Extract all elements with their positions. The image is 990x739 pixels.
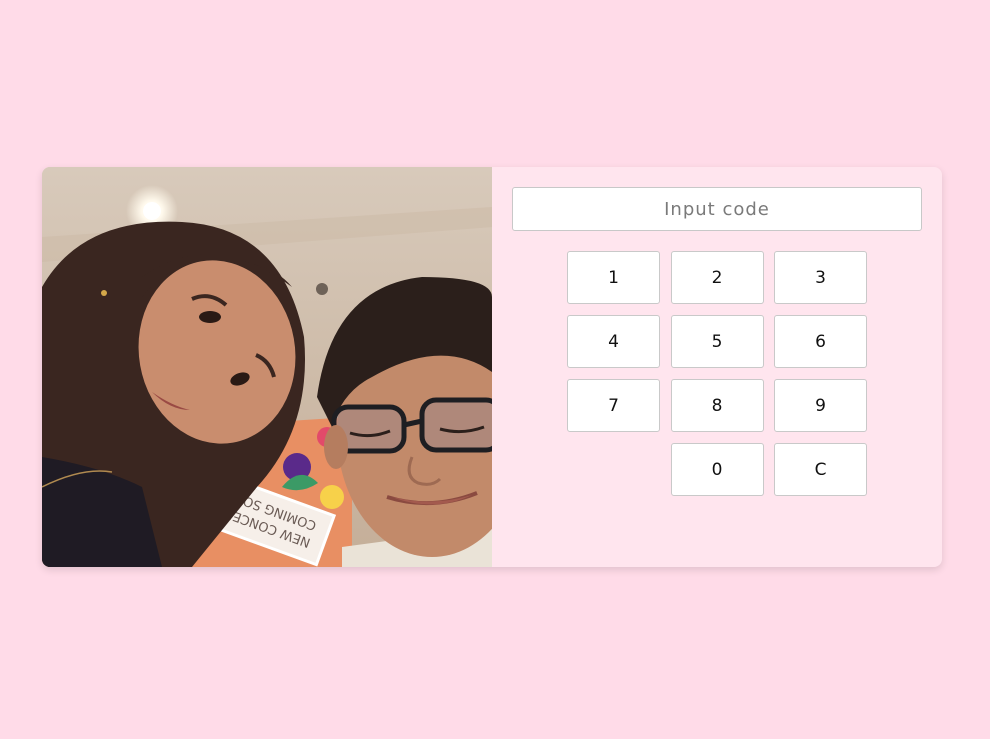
key-1[interactable]: 1 <box>567 251 660 304</box>
selfie-photo: NEW CONCEPT COMING SOON <box>42 167 492 567</box>
key-0[interactable]: 0 <box>670 443 764 496</box>
code-input[interactable] <box>512 187 922 231</box>
key-5[interactable]: 5 <box>670 315 764 368</box>
clear-button[interactable]: C <box>774 443 867 496</box>
key-4[interactable]: 4 <box>567 315 660 368</box>
key-7[interactable]: 7 <box>567 379 660 432</box>
keypad-panel: 1 2 3 4 5 6 7 8 9 0 C <box>492 167 942 567</box>
key-6[interactable]: 6 <box>774 315 867 368</box>
lock-card: NEW CONCEPT COMING SOON Input code 1 2 3… <box>42 167 942 567</box>
key-9[interactable]: 9 <box>774 379 867 432</box>
key-8[interactable]: 8 <box>670 379 764 432</box>
key-3[interactable]: 3 <box>774 251 867 304</box>
keypad: 1 2 3 4 5 6 7 8 9 0 C <box>567 251 867 496</box>
key-2[interactable]: 2 <box>670 251 764 304</box>
